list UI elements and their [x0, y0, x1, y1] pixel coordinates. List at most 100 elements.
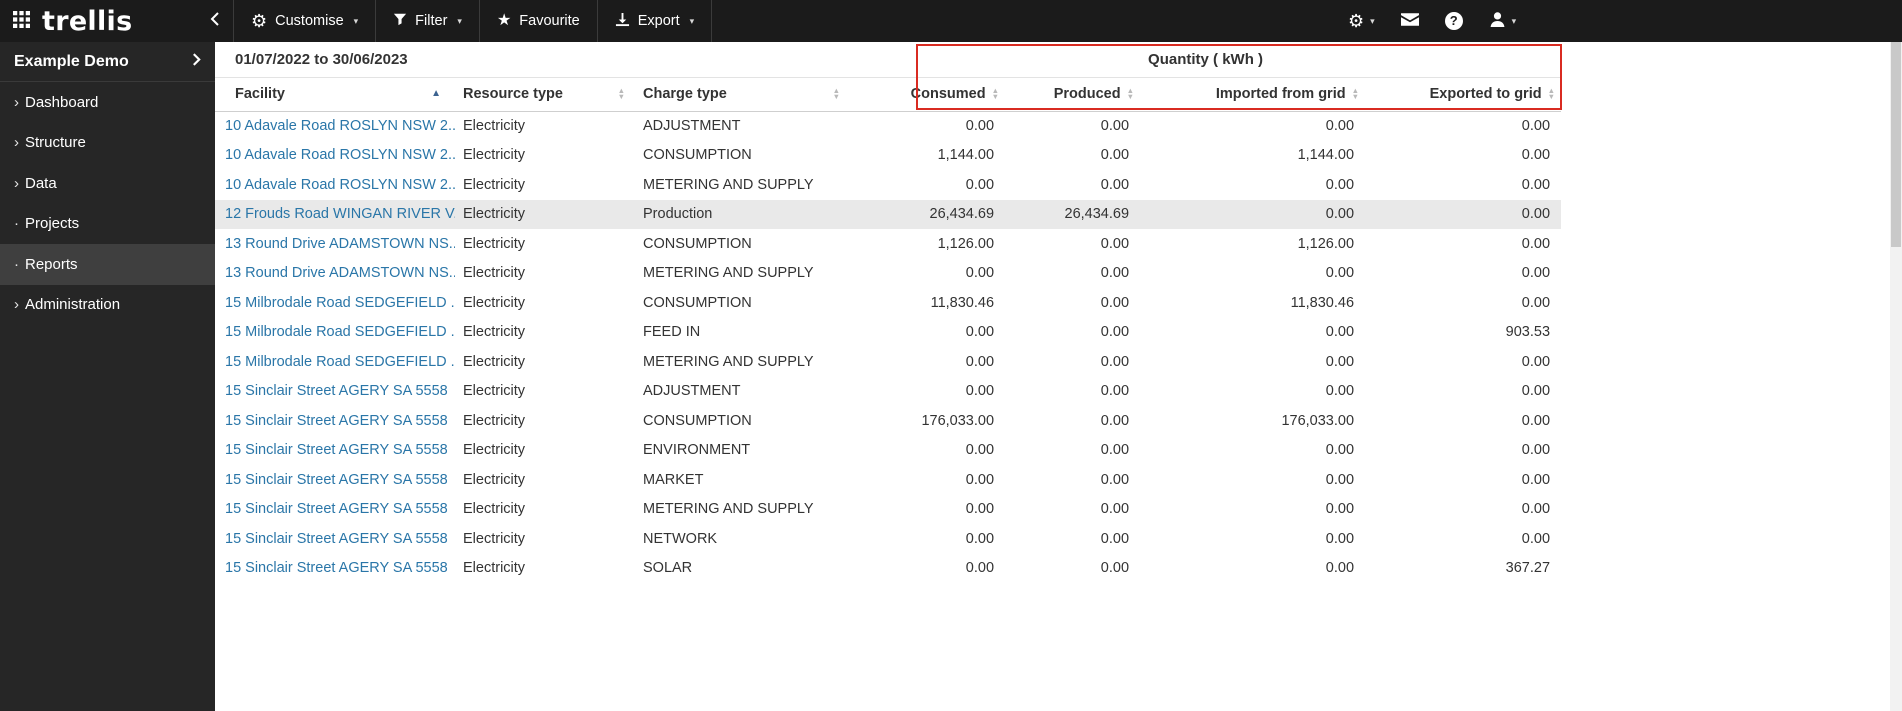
facility-link[interactable]: 15 Sinclair Street AGERY SA 5558 — [225, 413, 448, 429]
col-label: Exported to grid — [1429, 86, 1542, 102]
resource-type-cell: Electricity — [463, 294, 526, 311]
imported-from-grid-cell: 0.00 — [1325, 324, 1355, 341]
table-row[interactable]: 15 Milbrodale Road SEDGEFIELD ... Electri… — [215, 288, 1561, 318]
col-header-exported-to-grid[interactable]: Exported to grid ▲ ▼ — [1365, 77, 1562, 112]
resource-type-cell: Electricity — [463, 235, 526, 252]
export-button[interactable]: Export ▾ — [598, 0, 713, 42]
facility-link[interactable]: 15 Sinclair Street AGERY SA 5558 — [225, 383, 448, 399]
table-row[interactable]: 15 Sinclair Street AGERY SA 5558 Electric… — [215, 554, 1561, 584]
messages-button[interactable] — [1400, 13, 1419, 29]
logo[interactable]: trellis — [42, 6, 132, 37]
facility-link[interactable]: 10 Adavale Road ROSLYN NSW 2... — [225, 118, 455, 134]
filter-button[interactable]: Filter ▾ — [376, 0, 480, 42]
consumed-cell: 1,144.00 — [937, 147, 995, 164]
table-row[interactable]: 12 Frouds Road WINGAN RIVER V... Electric… — [215, 199, 1562, 229]
settings-menu-button[interactable]: ⚙ ▾ — [1348, 12, 1375, 30]
facility-cell: 15 Sinclair Street AGERY SA 5558 — [215, 465, 455, 495]
table-row[interactable]: 15 Sinclair Street AGERY SA 5558 Electric… — [215, 377, 1561, 407]
produced-cell: 0.00 — [1100, 471, 1130, 488]
consumed-cell: 0.00 — [965, 442, 995, 459]
facility-link[interactable]: 13 Round Drive ADAMSTOWN NS... — [225, 265, 455, 281]
table-row[interactable]: 15 Sinclair Street AGERY SA 5558 Electric… — [215, 524, 1561, 554]
facility-link[interactable]: 13 Round Drive ADAMSTOWN NS... — [225, 236, 455, 252]
workspace-selector[interactable]: Example Demo — [0, 42, 215, 82]
charge-type-cell: NETWORK — [643, 530, 718, 547]
col-header-imported-from-grid[interactable]: Imported from grid ▲ ▼ — [1140, 77, 1366, 112]
sidebar-item-projects[interactable]: · Projects — [0, 204, 215, 245]
sidebar-item-prefix: · — [14, 215, 19, 233]
sidebar-item-data[interactable]: › Data — [0, 163, 215, 204]
consumed-cell: 0.00 — [965, 530, 995, 547]
produced-cell: 0.00 — [1100, 235, 1130, 252]
sidebar-item-prefix: › — [14, 296, 19, 314]
imported-from-grid-cell: 0.00 — [1325, 176, 1355, 193]
facility-link[interactable]: 10 Adavale Road ROSLYN NSW 2... — [225, 177, 455, 193]
facility-link[interactable]: 10 Adavale Road ROSLYN NSW 2... — [225, 147, 455, 163]
exported-to-grid-cell: 0.00 — [1521, 501, 1551, 518]
table-row[interactable]: 15 Milbrodale Road SEDGEFIELD ... Electri… — [215, 318, 1561, 348]
facility-cell: 10 Adavale Road ROSLYN NSW 2... — [215, 141, 455, 171]
facility-link[interactable]: 15 Sinclair Street AGERY SA 5558 — [225, 560, 448, 576]
sidebar-item-structure[interactable]: › Structure — [0, 123, 215, 164]
exported-to-grid-cell: 0.00 — [1521, 118, 1551, 134]
table-row[interactable]: 15 Sinclair Street AGERY SA 5558 Electric… — [215, 436, 1561, 466]
col-header-consumed[interactable]: Consumed ▲ ▼ — [850, 77, 1006, 112]
col-header-produced[interactable]: Produced ▲ ▼ — [1005, 77, 1141, 112]
table-row[interactable]: 10 Adavale Road ROSLYN NSW 2... Electrici… — [215, 111, 1561, 141]
facility-link[interactable]: 12 Frouds Road WINGAN RIVER V... — [225, 206, 455, 222]
facility-link[interactable]: 15 Sinclair Street AGERY SA 5558 — [225, 472, 448, 488]
favourite-button[interactable]: ★ Favourite — [480, 0, 598, 42]
user-menu-button[interactable]: ▾ — [1489, 11, 1516, 31]
resource-type-cell: Electricity — [463, 383, 526, 400]
charge-type-cell: Production — [643, 206, 713, 223]
consumed-cell: 0.00 — [965, 265, 995, 282]
facility-cell: 15 Milbrodale Road SEDGEFIELD ... — [215, 347, 455, 377]
apps-grid-icon — [13, 11, 30, 31]
col-header-facility[interactable]: Facility ▲ — [215, 77, 455, 112]
back-button[interactable] — [196, 0, 234, 42]
sidebar-item-reports[interactable]: · Reports — [0, 244, 215, 285]
vertical-scrollbar[interactable] — [1890, 42, 1902, 711]
table-row[interactable]: 10 Adavale Road ROSLYN NSW 2... Electrici… — [215, 141, 1561, 171]
export-label: Export — [637, 13, 680, 29]
col-header-resource-type[interactable]: Resource type ▲ ▼ — [455, 77, 635, 112]
sidebar-item-administration[interactable]: › Administration — [0, 285, 215, 326]
sort-icon: ▲ ▼ — [1547, 85, 1556, 101]
apps-menu-button[interactable] — [13, 11, 30, 31]
user-icon — [1489, 11, 1506, 31]
table-row[interactable]: 13 Round Drive ADAMSTOWN NS... Electricit… — [215, 259, 1561, 289]
help-button[interactable]: ? — [1444, 12, 1463, 30]
sidebar-item-prefix: › — [14, 174, 19, 192]
facility-cell: 15 Sinclair Street AGERY SA 5558 — [215, 406, 455, 436]
table-row[interactable]: 13 Round Drive ADAMSTOWN NS... Electricit… — [215, 229, 1561, 259]
brand: trellis — [0, 0, 196, 42]
exported-to-grid-cell: 0.00 — [1521, 265, 1551, 282]
facility-link[interactable]: 15 Sinclair Street AGERY SA 5558 — [225, 501, 448, 517]
charge-type-cell: ENVIRONMENT — [643, 442, 751, 459]
sidebar-item-label: Projects — [25, 215, 80, 233]
table-row[interactable]: 15 Sinclair Street AGERY SA 5558 Electric… — [215, 465, 1561, 495]
customise-button[interactable]: ⚙ Customise ▾ — [234, 0, 377, 42]
table-row[interactable]: 15 Sinclair Street AGERY SA 5558 Electric… — [215, 406, 1561, 436]
chevron-down-icon: ▾ — [353, 15, 359, 26]
column-header-row: Facility ▲ Resource type ▲ ▼ Charge type … — [215, 77, 1562, 112]
facility-link[interactable]: 15 Sinclair Street AGERY SA 5558 — [225, 531, 448, 547]
table-row[interactable]: 15 Milbrodale Road SEDGEFIELD ... Electri… — [215, 347, 1561, 377]
col-header-charge-type[interactable]: Charge type ▲ ▼ — [635, 77, 851, 112]
sidebar-item-label: Structure — [25, 134, 86, 152]
produced-cell: 26,434.69 — [1064, 206, 1130, 223]
charge-type-cell: ADJUSTMENT — [643, 118, 741, 134]
facility-link[interactable]: 15 Milbrodale Road SEDGEFIELD ... — [225, 354, 455, 370]
imported-from-grid-cell: 0.00 — [1325, 442, 1355, 459]
facility-link[interactable]: 15 Milbrodale Road SEDGEFIELD ... — [225, 324, 455, 340]
gear-icon: ⚙ — [1348, 11, 1365, 31]
sidebar-item-dashboard[interactable]: › Dashboard — [0, 82, 215, 123]
table-row[interactable]: 15 Sinclair Street AGERY SA 5558 Electric… — [215, 495, 1561, 525]
imported-from-grid-cell: 0.00 — [1325, 501, 1355, 518]
facility-link[interactable]: 15 Milbrodale Road SEDGEFIELD ... — [225, 295, 455, 311]
facility-link[interactable]: 15 Sinclair Street AGERY SA 5558 — [225, 442, 448, 458]
table-row[interactable]: 10 Adavale Road ROSLYN NSW 2... Electrici… — [215, 170, 1561, 200]
col-label: Produced — [1053, 86, 1121, 102]
scrollbar-thumb[interactable] — [1891, 42, 1901, 247]
consumed-cell: 0.00 — [965, 118, 995, 134]
